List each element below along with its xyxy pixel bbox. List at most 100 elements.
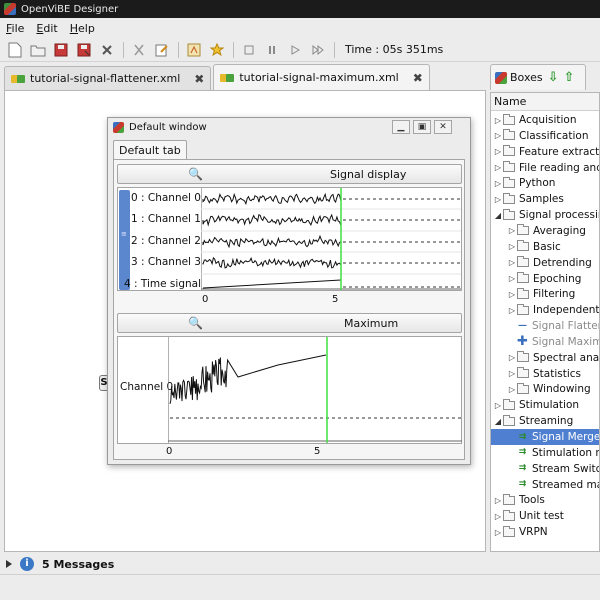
time-display: Time : 05s 351ms: [345, 43, 444, 56]
zoom-icon[interactable]: 🔍: [188, 167, 203, 181]
tree-item-label: Signal processing: [519, 209, 599, 222]
collapsed-arrow-icon[interactable]: ▷: [507, 353, 517, 362]
close-icon[interactable]: ✖: [194, 72, 204, 86]
tree-folder-row[interactable]: ▷ Statistics: [491, 366, 599, 382]
tree-folder-row[interactable]: ▷ Spectral analy: [491, 350, 599, 366]
tree-folder-row[interactable]: ▷ Feature extraction: [491, 144, 599, 160]
play-icon[interactable]: [286, 41, 304, 59]
tree-folder-row[interactable]: ▷ Python: [491, 175, 599, 191]
collapsed-arrow-icon[interactable]: ▷: [507, 290, 517, 299]
cut-icon[interactable]: [130, 41, 148, 59]
zoom-icon[interactable]: 🔍: [188, 316, 203, 330]
collapsed-arrow-icon[interactable]: ▷: [493, 163, 503, 172]
tree-box-row[interactable]: ⇉ Signal Merger: [491, 429, 599, 445]
menu-bar: File Edit Help: [0, 18, 600, 38]
stop-icon[interactable]: [240, 41, 258, 59]
channel-scrollbar[interactable]: ≡: [119, 190, 130, 290]
save-icon[interactable]: [52, 41, 70, 59]
box-stream-icon: ⇉: [518, 431, 527, 442]
maximum-plot[interactable]: Channel 0: [117, 336, 462, 444]
minimize-button[interactable]: ▁: [392, 120, 410, 134]
collapsed-arrow-icon[interactable]: ▷: [507, 369, 517, 378]
folder-icon: [503, 509, 515, 521]
arrow-up-icon[interactable]: ⇧: [564, 70, 575, 85]
scenario-tabs: tutorial-signal-flattener.xml ✖ tutorial…: [0, 64, 486, 90]
tree-box-row[interactable]: — Signal Flatten: [491, 318, 599, 334]
tree-folder-row[interactable]: ▷ Stimulation: [491, 397, 599, 413]
save-as-icon[interactable]: [75, 41, 93, 59]
arrow-down-icon[interactable]: ⇩: [548, 70, 559, 85]
tree-item-label: Windowing: [533, 383, 591, 396]
menu-edit[interactable]: Edit: [36, 22, 57, 35]
menu-help[interactable]: Help: [70, 22, 95, 35]
collapsed-arrow-icon[interactable]: ▷: [507, 306, 517, 315]
collapsed-arrow-icon[interactable]: ▷: [507, 258, 517, 267]
tree-folder-row[interactable]: ▷ Classification: [491, 128, 599, 144]
tab-tutorial-signal-maximum[interactable]: tutorial-signal-maximum.xml ✖: [213, 64, 430, 90]
collapsed-arrow-icon[interactable]: ▷: [493, 147, 503, 156]
tab-boxes[interactable]: Boxes ⇩ ⇧: [490, 64, 586, 90]
collapsed-arrow-icon[interactable]: ▷: [493, 179, 503, 188]
tree-folder-row[interactable]: ▷ Independent c: [491, 302, 599, 318]
expanded-arrow-icon[interactable]: ◢: [493, 211, 503, 220]
collapsed-arrow-icon[interactable]: ▷: [507, 274, 517, 283]
close-scenario-icon[interactable]: [98, 41, 116, 59]
tree-folder-row[interactable]: ▷ Averaging: [491, 223, 599, 239]
tree-item-label: Python: [519, 177, 556, 190]
tree-folder-row[interactable]: ▷ Unit test: [491, 508, 599, 524]
tree-folder-row[interactable]: ▷ Acquisition: [491, 112, 599, 128]
close-button[interactable]: ✕: [434, 120, 452, 134]
boxes-tab-label: Boxes: [510, 71, 543, 84]
tree-folder-row[interactable]: ▷ Windowing: [491, 381, 599, 397]
channel-signal-trace: [202, 256, 342, 269]
collapsed-arrow-icon[interactable]: ▷: [507, 242, 517, 251]
tree-box-row[interactable]: ⇉ Stream Switch: [491, 461, 599, 477]
collapsed-arrow-icon[interactable]: ▷: [493, 528, 503, 537]
collapsed-arrow-icon[interactable]: ▷: [493, 512, 503, 521]
maximum-signal-trace: [169, 354, 327, 404]
close-icon[interactable]: ✖: [413, 71, 423, 85]
collapsed-arrow-icon[interactable]: ▷: [493, 131, 503, 140]
tree-column-header[interactable]: Name: [491, 93, 599, 111]
scenario-icon: [11, 74, 25, 84]
fast-forward-icon[interactable]: [309, 41, 327, 59]
signal-display-plot[interactable]: ≡ 0 : Channel 0 1 : Channel 1 2 : Channe…: [117, 187, 462, 291]
maximum-header[interactable]: 🔍 Maximum: [117, 313, 462, 333]
edit-icon[interactable]: [153, 41, 171, 59]
tree-folder-row[interactable]: ▷ Samples: [491, 191, 599, 207]
default-window[interactable]: Default window ▁ ▣ ✕ Default tab 🔍 Signa…: [107, 117, 471, 465]
tab-tutorial-signal-flattener[interactable]: tutorial-signal-flattener.xml ✖: [4, 66, 212, 90]
default-window-title: Default window: [129, 121, 207, 133]
tree-folder-row[interactable]: ▷ Filtering: [491, 286, 599, 302]
tree-folder-row[interactable]: ◢ Signal processing: [491, 207, 599, 223]
signal-display-header[interactable]: 🔍 Signal display: [117, 164, 462, 184]
channel-label: 1 : Channel 1: [130, 213, 201, 225]
tree-folder-row[interactable]: ▷ Tools: [491, 492, 599, 508]
tree-box-row[interactable]: ⇉ Stimulation m: [491, 445, 599, 461]
collapsed-arrow-icon[interactable]: ▷: [493, 195, 503, 204]
scenario-settings-icon[interactable]: [185, 41, 203, 59]
collapsed-arrow-icon[interactable]: ▷: [507, 226, 517, 235]
expand-messages-icon[interactable]: [6, 560, 12, 568]
tree-folder-row[interactable]: ▷ Basic: [491, 239, 599, 255]
collapsed-arrow-icon[interactable]: ▷: [493, 401, 503, 410]
collapsed-arrow-icon[interactable]: ▷: [493, 496, 503, 505]
tree-folder-row[interactable]: ▷ VRPN: [491, 524, 599, 540]
new-file-icon[interactable]: [6, 41, 24, 59]
tree-folder-row[interactable]: ▷ Epoching: [491, 271, 599, 287]
expanded-arrow-icon[interactable]: ◢: [493, 417, 503, 426]
collapsed-arrow-icon[interactable]: ▷: [507, 385, 517, 394]
star-icon[interactable]: [208, 41, 226, 59]
maximize-button[interactable]: ▣: [413, 120, 431, 134]
tree-box-row[interactable]: ✚ Signal Maximu: [491, 334, 599, 350]
collapsed-arrow-icon[interactable]: ▷: [493, 116, 503, 125]
tree-folder-row[interactable]: ▷ Detrending: [491, 255, 599, 271]
menu-file[interactable]: File: [6, 22, 24, 35]
open-folder-icon[interactable]: [29, 41, 47, 59]
box-algorithm-tree[interactable]: Name ▷ Acquisition ▷ Classification ▷ Feature…: [490, 92, 600, 552]
tree-folder-row[interactable]: ◢ Streaming: [491, 413, 599, 429]
tree-box-row[interactable]: ⇉ Streamed ma: [491, 477, 599, 493]
pause-icon[interactable]: [263, 41, 281, 59]
tab-default[interactable]: Default tab: [113, 140, 187, 160]
tree-folder-row[interactable]: ▷ File reading and: [491, 160, 599, 176]
